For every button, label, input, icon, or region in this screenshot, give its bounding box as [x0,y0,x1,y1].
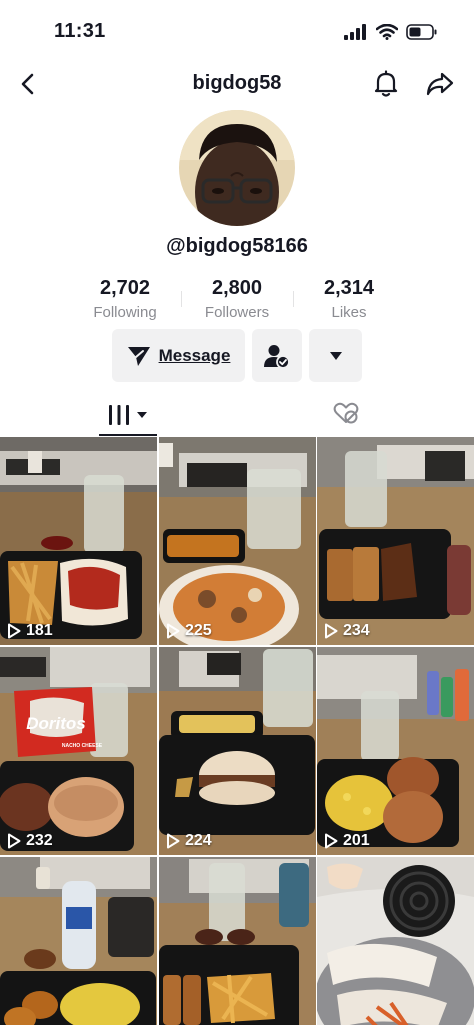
more-options-button[interactable] [309,329,362,382]
play-icon [8,833,21,849]
bell-icon [374,70,398,97]
view-count: 181 [26,622,53,639]
stat-followers[interactable]: 2,800 Followers [182,277,292,321]
stat-label: Followers [204,304,270,321]
stat-following[interactable]: 2,702 Following [70,277,180,321]
video-thumbnail[interactable]: 225 [159,437,316,645]
nav-bar: bigdog58 [0,62,474,106]
profile-handle: @bigdog58166 [166,235,308,257]
video-views: 234 [324,622,370,640]
view-count: 225 [185,622,212,639]
play-icon [167,833,180,849]
video-thumbnail[interactable]: 234 [317,437,474,645]
view-count: 224 [185,832,212,849]
stat-label: Following [93,304,157,321]
chips-flavor: NACHO CHEESE [62,743,103,749]
stat-value: 2,314 [323,277,375,299]
video-thumbnail[interactable]: Doritos NACHO CHEESE 232 [0,647,157,855]
signal-icon [344,24,366,40]
play-icon [167,623,180,639]
grid-icon [109,405,129,425]
stat-value: 2,800 [211,277,263,299]
status-time: 11:31 [54,20,106,42]
video-thumbnail[interactable]: 201 [317,647,474,855]
video-thumbnail[interactable] [0,857,157,1025]
video-thumbnail[interactable] [159,857,316,1025]
food-photo [0,437,157,645]
message-button[interactable]: Message [112,329,245,382]
tab-selected-indicator [99,434,157,436]
caret-down-icon [329,351,342,360]
content-tabs [0,393,474,437]
play-icon [8,623,21,639]
stat-label: Likes [331,304,367,321]
food-photo: Doritos NACHO CHEESE [0,647,157,855]
food-photo [317,647,474,855]
notifications-button[interactable] [370,68,402,100]
caret-down-icon [137,412,147,418]
wifi-icon [376,24,398,40]
video-views: 225 [166,622,212,640]
video-views: 232 [7,832,53,850]
play-icon [325,833,338,849]
food-photo [159,857,316,1025]
status-icons [344,22,438,42]
status-bar: 11:31 [0,0,474,60]
food-photo [159,437,316,645]
video-thumbnail[interactable] [317,857,474,1025]
view-count: 234 [343,622,370,639]
friends-button[interactable] [252,329,302,382]
avatar[interactable] [179,110,295,226]
play-icon [325,623,338,639]
tab-liked[interactable] [330,397,362,429]
view-count: 201 [343,832,370,849]
video-thumbnail[interactable]: 224 [159,647,316,855]
food-photo [317,857,474,1025]
liked-hidden-icon [333,402,359,424]
food-photo [0,857,157,1025]
profile-actions: Message [0,329,474,382]
video-views: 181 [7,622,53,640]
profile-stats: 2,702 Following 2,800 Followers 2,314 Li… [0,277,474,327]
share-arrow-icon [426,72,454,96]
stat-value: 2,702 [99,277,151,299]
video-thumbnail[interactable]: 181 [0,437,157,645]
video-views: 224 [166,832,212,850]
message-button-label: Message [158,345,231,365]
avatar-photo [179,110,295,226]
video-views: 201 [324,832,370,850]
stat-likes[interactable]: 2,314 Likes [294,277,404,321]
tab-videos[interactable] [99,393,157,437]
view-count: 232 [26,832,53,849]
battery-icon [406,24,437,40]
video-grid: 181 225 234 Doritos NACHO CHEESE 232 224… [0,437,474,1025]
page-title: bigdog58 [192,72,282,94]
chips-brand: Doritos [26,714,86,733]
food-photo [159,647,316,855]
share-button[interactable] [424,68,456,100]
user-check-icon [264,344,290,368]
food-photo [317,437,474,645]
send-icon [127,346,150,366]
